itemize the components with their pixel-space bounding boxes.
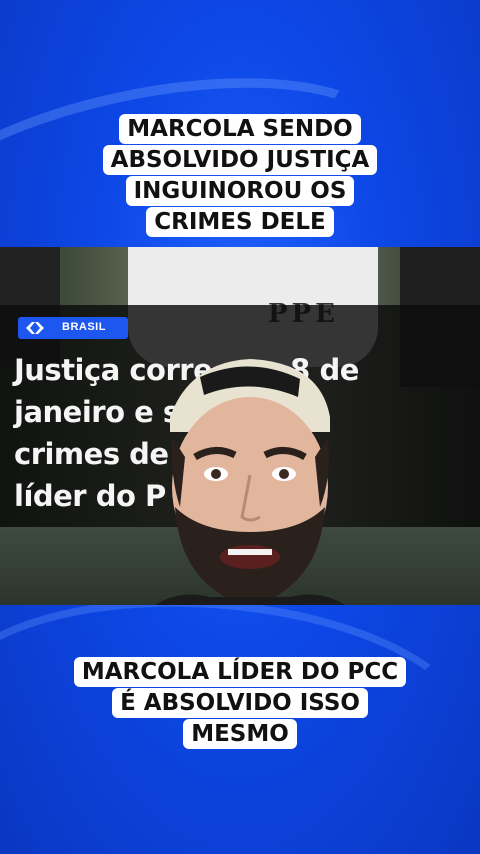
caption-line: CRIMES DELE [146,207,334,237]
channel-logo: BRASIL [18,317,128,339]
caption-line: MESMO [183,719,297,749]
caption-line: MARCOLA SENDO [119,114,361,144]
channel-label: BRASIL [62,321,106,333]
caption-line: MARCOLA LÍDER DO PCC [73,657,407,687]
caption-line: É ABSOLVIDO ISSO [112,688,368,718]
bottom-caption: MARCOLA LÍDER DO PCC É ABSOLVIDO ISSO ME… [0,657,480,750]
caption-line: INGUINOROU OS [125,176,355,206]
video-frame[interactable]: PPE BRASIL Justiça corre m o 8 de janeir… [0,247,480,605]
presenter-figure [154,359,346,605]
caption-line: ABSOLVIDO JUSTIÇA [102,145,378,175]
channel-logo-icon [26,322,44,334]
top-caption: MARCOLA SENDO ABSOLVIDO JUSTIÇA INGUINOR… [0,114,480,238]
